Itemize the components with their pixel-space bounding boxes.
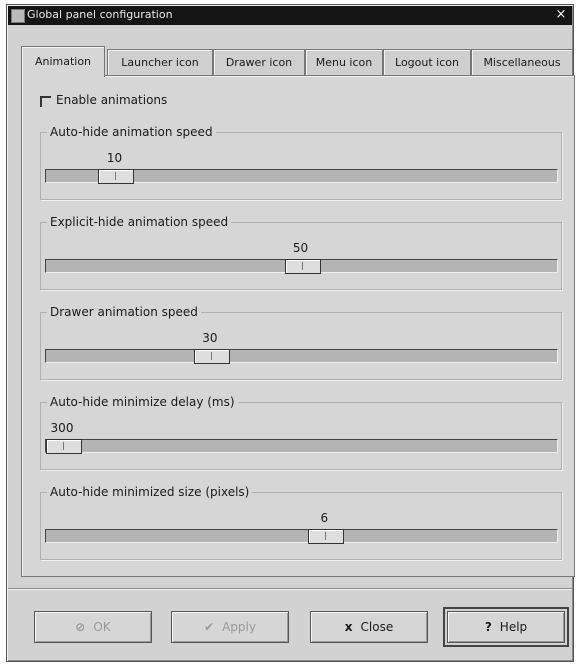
explicit-hide-animation-speed-label: Explicit-hide animation speed	[47, 215, 232, 229]
tab-animation[interactable]: Animation	[21, 46, 105, 77]
window-menu-icon[interactable]	[11, 9, 25, 23]
auto-hide-minimize-delay-slider[interactable]	[45, 439, 558, 454]
tab-menu-icon[interactable]: Menu icon	[305, 49, 383, 75]
close-button[interactable]: x Close	[310, 611, 428, 643]
auto-hide-minimize-delay-value: 300	[50, 421, 74, 435]
apply-button-label: Apply	[222, 620, 256, 634]
title-bar[interactable]: Global panel configuration ×	[8, 6, 572, 25]
drawer-animation-speed-value: 30	[202, 331, 218, 345]
auto-hide-animation-speed-label: Auto-hide animation speed	[47, 125, 216, 139]
drawer-animation-speed-slider[interactable]	[45, 349, 558, 364]
tab-drawer-icon[interactable]: Drawer icon	[213, 49, 305, 75]
tab-miscellaneous[interactable]: Miscellaneous	[471, 49, 573, 75]
auto-hide-minimized-size-label: Auto-hide minimized size (pixels)	[47, 485, 253, 499]
auto-hide-minimized-size-value: 6	[320, 511, 329, 525]
explicit-hide-animation-speed-slider[interactable]	[45, 259, 558, 274]
auto-hide-animation-speed-value: 10	[106, 151, 123, 165]
explicit-hide-animation-speed-frame: Explicit-hide animation speed 50	[40, 215, 562, 290]
apply-check-icon: ✔	[204, 620, 215, 634]
animation-tab-panel: Enable animations Auto-hide animation sp…	[21, 75, 575, 577]
explicit-hide-animation-speed-value: 50	[292, 241, 309, 255]
explicit-hide-animation-speed-thumb[interactable]	[284, 259, 321, 274]
auto-hide-minimize-delay-thumb[interactable]	[46, 439, 82, 454]
global-panel-configuration-dialog: Global panel configuration × Animation L…	[6, 4, 575, 662]
enable-animations-checkbox[interactable]	[40, 96, 51, 107]
auto-hide-minimized-size-slider[interactable]	[45, 529, 558, 544]
auto-hide-minimized-size-thumb[interactable]	[308, 529, 345, 544]
help-question-icon: ?	[484, 620, 492, 634]
auto-hide-animation-speed-frame: Auto-hide animation speed 10	[40, 125, 562, 200]
help-button-label: Help	[499, 620, 528, 634]
ok-button[interactable]: ⊘ OK	[34, 611, 152, 643]
help-button[interactable]: ? Help	[443, 607, 569, 647]
auto-hide-animation-speed-slider[interactable]	[45, 169, 558, 184]
apply-button[interactable]: ✔ Apply	[171, 611, 289, 643]
drawer-animation-speed-thumb[interactable]	[193, 349, 230, 364]
close-x-icon: x	[344, 620, 353, 634]
auto-hide-minimized-size-frame: Auto-hide minimized size (pixels) 6	[40, 485, 562, 560]
auto-hide-animation-speed-thumb[interactable]	[98, 169, 135, 184]
ok-button-label: OK	[93, 620, 111, 634]
tab-logout-icon[interactable]: Logout icon	[383, 49, 471, 75]
tab-launcher-icon[interactable]: Launcher icon	[107, 49, 213, 75]
window-title: Global panel configuration	[27, 8, 173, 21]
ok-icon: ⊘	[75, 620, 86, 634]
drawer-animation-speed-label: Drawer animation speed	[47, 305, 201, 319]
button-separator	[8, 588, 572, 590]
auto-hide-minimize-delay-label: Auto-hide minimize delay (ms)	[47, 395, 238, 409]
tab-strip: Animation Launcher icon Drawer icon Menu…	[21, 46, 573, 77]
auto-hide-minimize-delay-frame: Auto-hide minimize delay (ms) 300	[40, 395, 562, 470]
close-button-label: Close	[360, 620, 394, 634]
window-close-icon[interactable]: ×	[554, 7, 568, 22]
drawer-animation-speed-frame: Drawer animation speed 30	[40, 305, 562, 380]
enable-animations-label: Enable animations	[56, 93, 168, 107]
